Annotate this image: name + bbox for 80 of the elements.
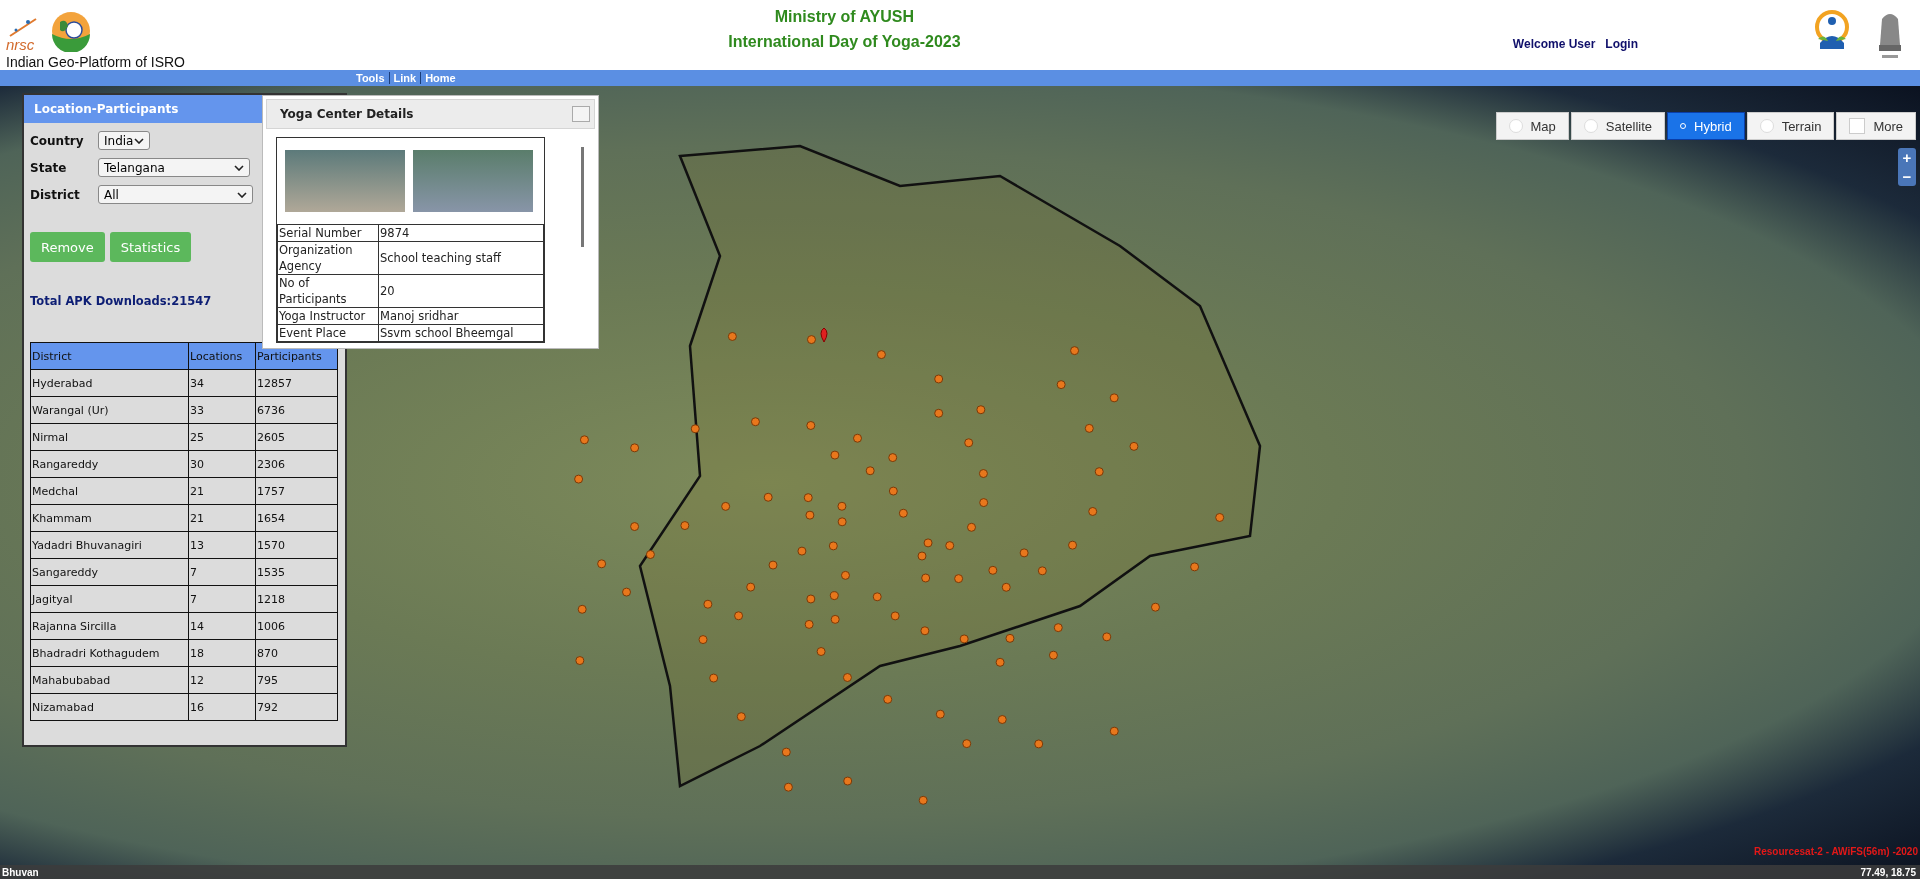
table-cell: Nizamabad bbox=[30, 693, 189, 721]
logo-text: nrsc bbox=[6, 38, 36, 52]
page-title: International Day of Yoga-2023 bbox=[728, 33, 961, 51]
table-cell: 2306 bbox=[255, 450, 338, 478]
table-cell: 792 bbox=[255, 693, 338, 721]
table-cell: 12 bbox=[188, 666, 256, 694]
table-cell: Nirmal bbox=[30, 423, 189, 451]
map-type-button[interactable]: More bbox=[1836, 112, 1916, 140]
table-cell: 1757 bbox=[255, 477, 338, 505]
table-cell: 1570 bbox=[255, 531, 338, 559]
page-title: Ministry of AYUSH bbox=[774, 8, 915, 26]
table-cell: Hyderabad bbox=[30, 369, 189, 397]
table-cell: Medchal bbox=[30, 477, 189, 505]
detail-value: Manoj sridhar bbox=[378, 307, 544, 325]
detail-label: No of Participants bbox=[277, 274, 379, 308]
user-link[interactable]: Welcome User bbox=[1512, 37, 1596, 51]
table-cell: 1218 bbox=[255, 585, 338, 613]
detail-value: School teaching staff bbox=[378, 241, 544, 275]
table-cell: 21 bbox=[188, 504, 256, 532]
detail-value: 9874 bbox=[378, 224, 544, 242]
detail-value: 20 bbox=[378, 274, 544, 308]
table-cell: Jagityal bbox=[30, 585, 189, 613]
imagery-credit: Resourcesat-2 - AWiFS(56m) -2020 bbox=[1753, 846, 1918, 857]
table-cell: 1006 bbox=[255, 612, 338, 640]
detail-label: Serial Number bbox=[277, 224, 379, 242]
dropdown-field[interactable]: India bbox=[98, 131, 150, 150]
map-type-button[interactable]: Map bbox=[1495, 112, 1569, 140]
column-header: Locations bbox=[188, 342, 256, 370]
table-cell: 1535 bbox=[255, 558, 338, 586]
table-cell: 21 bbox=[188, 477, 256, 505]
table-cell: 7 bbox=[188, 585, 256, 613]
table-cell: 2605 bbox=[255, 423, 338, 451]
map-type-button[interactable]: Hybrid bbox=[1667, 112, 1745, 140]
coordinates-text: 77.49, 18.75 bbox=[1860, 866, 1916, 878]
table-cell: Rangareddy bbox=[30, 450, 189, 478]
table-cell: 25 bbox=[188, 423, 256, 451]
filter-label: District bbox=[30, 187, 81, 202]
filter-label: Country bbox=[30, 133, 85, 148]
platform-title: Indian Geo-Platform of ISRO bbox=[6, 54, 186, 70]
filter-label: State bbox=[30, 160, 68, 175]
zoom-button[interactable]: − bbox=[1898, 167, 1916, 186]
table-cell: 6736 bbox=[255, 396, 338, 424]
table-cell: 795 bbox=[255, 666, 338, 694]
status-text: Bhuvan bbox=[2, 866, 39, 878]
table-cell: 30 bbox=[188, 450, 256, 478]
table-cell: Yadadri Bhuvanagiri bbox=[30, 531, 189, 559]
table-cell: Rajanna Sircilla bbox=[30, 612, 189, 640]
table-cell: Bhadradri Kothagudem bbox=[30, 639, 189, 667]
table-cell: Sangareddy bbox=[30, 558, 189, 586]
table-cell: 33 bbox=[188, 396, 256, 424]
table-cell: 1654 bbox=[255, 504, 338, 532]
detail-label: Yoga Instructor bbox=[277, 307, 379, 325]
table-cell: Mahabubabad bbox=[30, 666, 189, 694]
scrollbar[interactable] bbox=[581, 147, 584, 247]
chevron-icon bbox=[134, 137, 144, 144]
detail-label: Organization Agency bbox=[277, 241, 379, 275]
table-cell: Khammam bbox=[30, 504, 189, 532]
table-cell: 34 bbox=[188, 369, 256, 397]
globe-logo-icon bbox=[50, 10, 92, 52]
dropdown-field[interactable]: All bbox=[98, 185, 253, 204]
minimize-button[interactable] bbox=[572, 106, 590, 122]
column-header: District bbox=[30, 342, 189, 370]
table-cell: 16 bbox=[188, 693, 256, 721]
map-type-button[interactable]: Satellite bbox=[1570, 112, 1666, 140]
zoom-button[interactable]: + bbox=[1898, 148, 1916, 167]
chevron-icon bbox=[234, 164, 244, 171]
download-total: Total APK Downloads:21547 bbox=[30, 294, 212, 308]
chevron-icon bbox=[237, 191, 247, 198]
dropdown-field[interactable]: Telangana bbox=[98, 158, 250, 177]
table-cell: Warangal (Ur) bbox=[30, 396, 189, 424]
table-cell: 13 bbox=[188, 531, 256, 559]
detail-value: Ssvm school Bheemgal bbox=[378, 324, 544, 342]
map-type-button[interactable]: Terrain bbox=[1746, 112, 1835, 140]
table-cell: 12857 bbox=[255, 369, 338, 397]
table-cell: 14 bbox=[188, 612, 256, 640]
table-cell: 7 bbox=[188, 558, 256, 586]
user-link[interactable]: Login bbox=[1605, 37, 1638, 51]
detail-label: Event Place bbox=[277, 324, 379, 342]
table-cell: 870 bbox=[255, 639, 338, 667]
table-cell: 18 bbox=[188, 639, 256, 667]
